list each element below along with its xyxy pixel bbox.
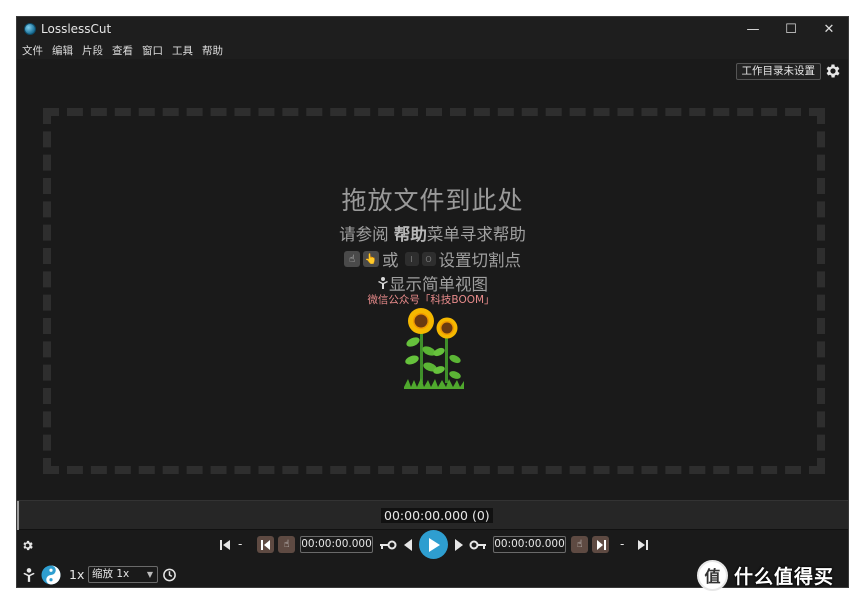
- help-hint-prefix: 请参阅: [339, 225, 394, 244]
- menu-help[interactable]: 帮助: [202, 43, 223, 58]
- simple-mode-toggle-icon[interactable]: [22, 567, 36, 583]
- start-dash: -: [238, 537, 243, 551]
- chevron-down-icon: ▼: [146, 570, 153, 579]
- jump-cut-start-button[interactable]: [257, 536, 274, 553]
- menu-bar: 文件 编辑 片段 查看 窗口 工具 帮助: [17, 41, 848, 59]
- jump-to-start-icon[interactable]: [219, 539, 231, 551]
- step-forward-icon[interactable]: [454, 539, 464, 551]
- jump-to-end-icon[interactable]: [637, 539, 649, 551]
- step-back-icon[interactable]: [403, 539, 413, 551]
- jump-cut-end-icon: [596, 539, 606, 550]
- cut-start-hint-icon: ☝: [344, 251, 360, 267]
- current-time-readout: 00:00:00.000 (0): [381, 508, 493, 523]
- close-button[interactable]: ✕: [810, 17, 848, 41]
- app-window: LosslessCut — ☐ ✕ 文件 编辑 片段 查看 窗口 工具 帮助 工…: [16, 16, 849, 588]
- timeline[interactable]: 00:00:00.000 (0): [17, 500, 848, 531]
- wechat-watermark: 微信公众号「科技BOOM」: [367, 294, 495, 306]
- key-frame-forward-icon[interactable]: [469, 540, 487, 550]
- smzdm-watermark: 值 什么值得买: [697, 556, 834, 594]
- top-toolbar: 工作目录未设置: [17, 59, 848, 85]
- help-hint-bold: 帮助: [393, 225, 427, 244]
- menu-tools[interactable]: 工具: [172, 43, 193, 58]
- cut-or-text: 或: [382, 251, 399, 270]
- menu-file[interactable]: 文件: [22, 43, 43, 58]
- window-title: LosslessCut: [41, 22, 112, 36]
- timer-icon[interactable]: [162, 567, 177, 582]
- help-hint: 请参阅 帮助菜单寻求帮助: [17, 221, 848, 245]
- key-frame-back-icon[interactable]: [379, 540, 397, 550]
- cut-hint-suffix: 设置切割点: [438, 251, 522, 270]
- set-cut-end-button[interactable]: ☝: [571, 536, 588, 553]
- jump-cut-start-icon: [260, 539, 270, 550]
- help-hint-suffix: 菜单寻求帮助: [426, 225, 526, 244]
- title-bar: LosslessCut — ☐ ✕: [17, 17, 848, 41]
- key-o-hint: O: [421, 252, 436, 266]
- simple-mode-icon: [378, 277, 388, 289]
- menu-window[interactable]: 窗口: [142, 43, 163, 58]
- end-dash: -: [620, 537, 625, 551]
- zoom-value: 缩放 1x: [92, 568, 130, 580]
- drop-title: 拖放文件到此处: [341, 186, 524, 215]
- play-button[interactable]: [419, 530, 448, 559]
- window-controls: — ☐ ✕: [734, 17, 848, 41]
- minimize-button[interactable]: —: [734, 17, 772, 41]
- cut-point-hint: ☝ 👆 或 I O 设置切割点: [17, 247, 848, 271]
- play-icon: [429, 537, 440, 552]
- playback-rate: 1x: [69, 567, 85, 582]
- pointer-hand-icon: ☝: [576, 539, 583, 550]
- cut-end-hint-icon: 👆: [363, 251, 379, 267]
- app-logo-icon: [24, 23, 36, 35]
- pointer-hand-icon: ☝: [283, 539, 290, 550]
- smzdm-text: 什么值得买: [734, 565, 835, 588]
- playhead-marker[interactable]: [17, 501, 19, 531]
- cut-end-time-input[interactable]: 00:00:00.000: [493, 536, 566, 553]
- smzdm-logo: 值: [697, 559, 728, 591]
- jump-cut-end-button[interactable]: [592, 536, 609, 553]
- menu-edit[interactable]: 编辑: [52, 43, 73, 58]
- menu-view[interactable]: 查看: [112, 43, 133, 58]
- working-directory-button[interactable]: 工作目录未设置: [735, 63, 821, 80]
- sunflowers-illustration: [404, 308, 464, 389]
- settings-gear-icon[interactable]: [824, 62, 842, 80]
- cut-start-time-input[interactable]: 00:00:00.000: [300, 536, 373, 553]
- menu-segments[interactable]: 片段: [82, 43, 103, 58]
- set-cut-start-button[interactable]: ☝: [278, 536, 295, 553]
- zoom-select[interactable]: 缩放 1x ▼: [88, 566, 158, 583]
- dual-mode-icon[interactable]: [41, 565, 61, 585]
- segment-settings-gear-icon[interactable]: [21, 539, 34, 552]
- key-i-hint: I: [404, 252, 419, 266]
- maximize-button[interactable]: ☐: [772, 17, 810, 41]
